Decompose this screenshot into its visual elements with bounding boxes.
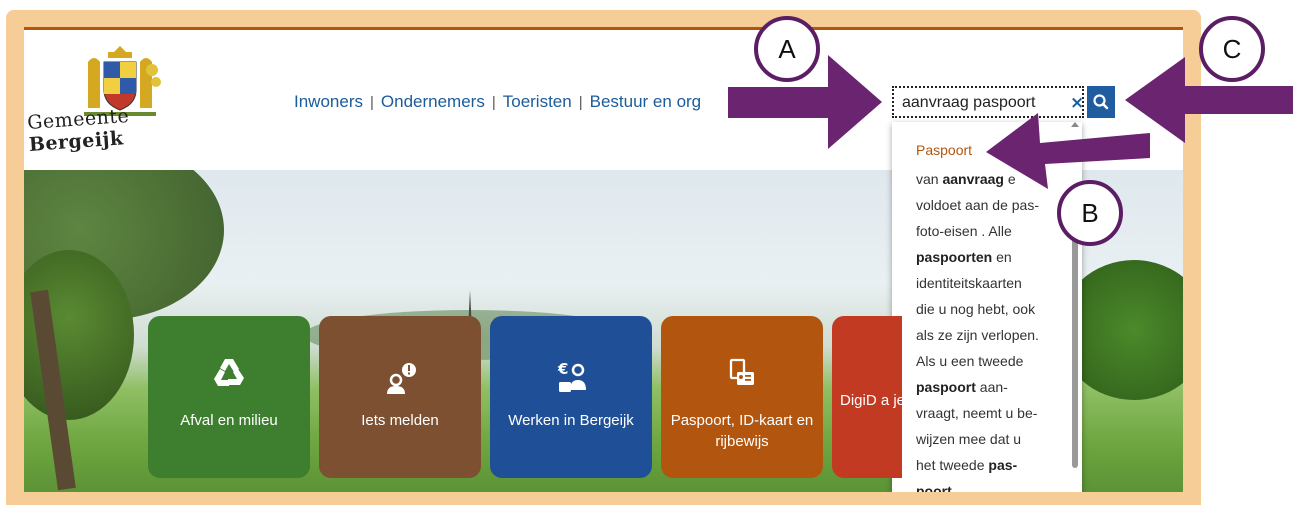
annotation-frame: Gemeente Bergeijk Inwoners | Ondernemers… xyxy=(0,0,1293,513)
snippet-text: van xyxy=(916,171,943,187)
search-input[interactable] xyxy=(902,92,1052,114)
snippet-line: wijzen mee dat u xyxy=(916,426,1056,452)
recycle-icon xyxy=(214,359,244,386)
snippet-text: wijzen mee dat u xyxy=(916,431,1022,447)
snippet-text: die u nog hebt, ook xyxy=(916,301,1036,317)
snippet-line: paspoorten en xyxy=(916,244,1056,270)
nav-item-ondernemers[interactable]: Ondernemers xyxy=(381,92,485,112)
search-button[interactable] xyxy=(1087,86,1115,118)
snippet-text: het tweede xyxy=(916,457,989,473)
annotation-badge-a: A xyxy=(754,16,820,82)
municipality-name-logo: Gemeente Bergeijk xyxy=(26,104,130,156)
suggestion-title-link[interactable]: Paspoort xyxy=(916,142,972,158)
snippet-text: en xyxy=(992,249,1012,265)
passport-id-icon xyxy=(729,358,754,385)
tile-label: Werken in Bergeijk xyxy=(508,412,634,429)
frame-border-bottom xyxy=(6,492,1201,505)
tile-afval-en-milieu[interactable]: Afval en milieu xyxy=(148,316,310,478)
snippet-line: identiteitskaarten xyxy=(916,270,1056,296)
nav-item-inwoners[interactable]: Inwoners xyxy=(294,92,363,112)
scroll-up-arrow-icon[interactable] xyxy=(1071,122,1079,127)
snippet-line: van aanvraag e xyxy=(916,166,1056,192)
snippet-line: paspoort aan- xyxy=(916,374,1056,400)
tile-digid[interactable]: DigiD a je in he xyxy=(832,316,902,478)
tile-werken-in-bergeijk[interactable]: € Werken in Bergeijk xyxy=(490,316,652,478)
snippet-line: het tweede pas- xyxy=(916,452,1056,478)
clear-search-icon[interactable]: × xyxy=(1070,90,1084,116)
snippet-highlight: paspoorten xyxy=(916,249,993,265)
main-navigation: Inwoners | Ondernemers | Toeristen | Bes… xyxy=(294,90,701,114)
nav-separator: | xyxy=(491,93,496,111)
search-suggestion-dropdown: Paspoort van aanvraag e voldoet aan de pa… xyxy=(892,122,1082,492)
tile-label: Afval en milieu xyxy=(180,412,278,429)
tile-label: Iets melden xyxy=(361,412,439,429)
tile-label: Paspoort, ID-kaart en rijbewijs xyxy=(670,412,814,450)
report-person-icon xyxy=(387,363,416,394)
snippet-text: als ze zijn verlopen. xyxy=(916,327,1039,343)
snippet-text: vraagt, neemt u be- xyxy=(916,405,1038,421)
snippet-text: aan- xyxy=(975,379,1008,395)
frame-border-right xyxy=(1183,10,1201,505)
nav-item-toeristen[interactable]: Toeristen xyxy=(503,92,572,112)
snippet-text: identiteitskaarten xyxy=(916,275,1022,291)
snippet-line: poort xyxy=(916,478,1056,492)
dropdown-scrollbar-thumb[interactable] xyxy=(1072,214,1078,468)
snippet-text: voldoet aan de pas- xyxy=(916,197,1039,213)
annotation-badge-c: C xyxy=(1199,16,1265,82)
snippet-highlight: poort xyxy=(916,483,952,492)
frame-border-left xyxy=(6,10,24,505)
tile-iets-melden[interactable]: Iets melden xyxy=(319,316,481,478)
annotation-badge-b: B xyxy=(1057,180,1123,246)
snippet-text: Als u een tweede xyxy=(916,353,1024,369)
tile-paspoort-id-rijbewijs[interactable]: Paspoort, ID-kaart en rijbewijs xyxy=(661,316,823,478)
snippet-line: die u nog hebt, ook xyxy=(916,296,1056,322)
nav-item-bestuur[interactable]: Bestuur en org xyxy=(590,92,702,112)
suggestion-snippet: van aanvraag e voldoet aan de pas-foto-ei… xyxy=(916,166,1056,492)
search-field-wrapper: × xyxy=(892,86,1084,118)
snippet-line: als ze zijn verlopen. xyxy=(916,322,1056,348)
euro-worker-icon: € xyxy=(557,360,586,392)
website: Gemeente Bergeijk Inwoners | Ondernemers… xyxy=(24,30,1183,492)
snippet-line: vraagt, neemt u be- xyxy=(916,400,1056,426)
snippet-text: foto-eisen . Alle xyxy=(916,223,1012,239)
magnifier-icon xyxy=(1093,94,1109,110)
nav-separator: | xyxy=(369,93,374,111)
tile-label: DigiD a je in he xyxy=(840,392,902,409)
snippet-line: Als u een tweede xyxy=(916,348,1056,374)
snippet-line: foto-eisen . Alle xyxy=(916,218,1056,244)
snippet-text: e xyxy=(1003,171,1016,187)
svg-text:€: € xyxy=(557,360,568,378)
snippet-highlight: aanvraag xyxy=(942,171,1004,187)
snippet-highlight: pas- xyxy=(988,457,1018,473)
search-bar: × xyxy=(892,86,1115,118)
nav-separator: | xyxy=(578,93,583,111)
snippet-highlight: paspoort xyxy=(916,379,976,395)
snippet-line: voldoet aan de pas- xyxy=(916,192,1056,218)
